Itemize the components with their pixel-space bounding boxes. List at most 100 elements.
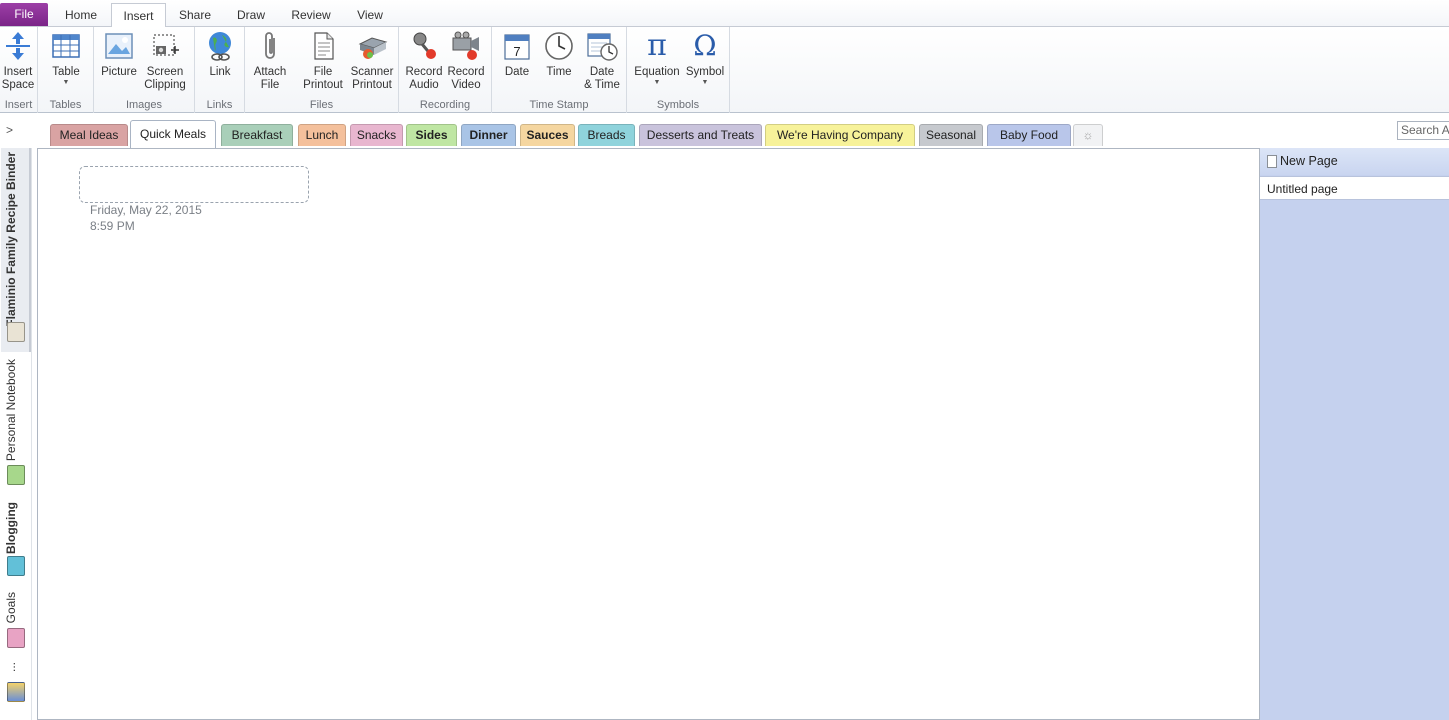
screen-clipping-label-1: Screen [146, 66, 184, 78]
more-notebooks[interactable]: ... [1, 660, 31, 710]
group-timestamp: 7 Date Time Date & Time Time Stamp [492, 27, 627, 113]
equation-dropdown-icon: ▼ [653, 79, 661, 86]
scanner-printout-label-1: Scanner [350, 66, 394, 78]
tab-view[interactable]: View [350, 3, 390, 27]
insert-space-label-1: Insert [3, 66, 33, 78]
new-section-icon[interactable]: ☼ [1073, 124, 1103, 146]
date-time-label-2: & Time [584, 79, 620, 91]
group-files-label: Files [309, 99, 334, 111]
notebook-icon [7, 465, 25, 485]
new-page-icon [1267, 155, 1277, 168]
new-page-button[interactable]: New Page [1260, 148, 1449, 175]
notebook-navigation-pane: Flaminio Family Recipe Binder Personal N… [0, 148, 32, 720]
all-notebooks-icon [7, 682, 25, 702]
section-tab-sauces[interactable]: Sauces [520, 124, 575, 146]
file-printout-button[interactable]: File Printout [300, 30, 346, 92]
notebook-label: Personal Notebook [4, 359, 18, 462]
page-list-item[interactable]: Untitled page [1260, 176, 1449, 200]
notebook-goals[interactable]: Goals [1, 588, 31, 650]
group-tables: Table ▼ Tables [38, 27, 94, 113]
video-camera-icon [452, 31, 479, 60]
link-button[interactable]: Link [202, 30, 238, 79]
ribbon-tab-bar: File Home Insert Share Draw Review View [0, 0, 1449, 28]
section-tab-baby-food[interactable]: Baby Food [987, 124, 1071, 146]
notebook-flaminio-family-recipe-binder[interactable]: Flaminio Family Recipe Binder [1, 148, 31, 352]
picture-icon [105, 33, 133, 59]
notebook-label: Flaminio Family Recipe Binder [4, 152, 18, 327]
group-images: Picture Screen Clipping Images [94, 27, 195, 113]
notebook-icon [7, 628, 25, 648]
group-symbols: π Equation ▼ Ω Symbol ▼ Symbols [627, 27, 730, 113]
page-canvas[interactable]: Friday, May 22, 2015 8:59 PM [37, 148, 1259, 720]
group-timestamp-label: Time Stamp [529, 99, 589, 111]
insert-space-label-2: Space [1, 79, 35, 91]
table-button[interactable]: Table ▼ [48, 30, 84, 87]
pi-icon: π [647, 28, 667, 63]
group-files: Attach File File Printout Scanner Printo… [245, 27, 399, 113]
group-images-label: Images [125, 99, 163, 111]
section-tab-breads[interactable]: Breads [578, 124, 635, 146]
record-video-button[interactable]: Record Video [445, 30, 487, 92]
paperclip-icon [265, 32, 275, 59]
tab-file[interactable]: File [0, 3, 48, 26]
page-title-input[interactable] [79, 166, 309, 203]
tab-draw[interactable]: Draw [230, 3, 272, 27]
group-recording-label: Recording [419, 99, 471, 111]
notebook-blogging[interactable]: Blogging [1, 498, 31, 582]
group-links: Link Links [195, 27, 245, 113]
section-tab-lunch[interactable]: Lunch [298, 124, 346, 146]
section-tab-breakfast[interactable]: Breakfast [221, 124, 293, 146]
section-tab-dinner[interactable]: Dinner [461, 124, 516, 146]
group-insert-label: Insert [4, 99, 33, 111]
section-tab-desserts-and-treats[interactable]: Desserts and Treats [639, 124, 762, 146]
section-tab-meal-ideas[interactable]: Meal Ideas [50, 124, 128, 146]
file-printout-label-2: Printout [303, 79, 343, 91]
picture-button[interactable]: Picture [100, 30, 138, 79]
time-label: Time [546, 66, 572, 78]
section-tab-seasonal[interactable]: Seasonal [919, 124, 983, 146]
symbol-dropdown-icon: ▼ [701, 79, 709, 86]
omega-icon: Ω [693, 29, 717, 62]
section-tab-sides[interactable]: Sides [406, 124, 457, 146]
equation-button[interactable]: π Equation ▼ [632, 30, 682, 87]
microphone-icon [413, 32, 436, 59]
notebook-personal-notebook[interactable]: Personal Notebook [1, 355, 31, 490]
attach-file-label-1: Attach [253, 66, 287, 78]
page-date: Friday, May 22, 2015 [90, 203, 202, 217]
record-audio-label-1: Record [405, 66, 443, 78]
section-tab-snacks[interactable]: Snacks [350, 124, 403, 146]
tab-share[interactable]: Share [172, 3, 218, 27]
scanner-icon [358, 37, 388, 59]
clock-icon [545, 32, 573, 60]
table-label: Table [52, 66, 80, 78]
section-tab-we-re-having-company[interactable]: We're Having Company [765, 124, 915, 146]
picture-label: Picture [101, 66, 137, 78]
symbol-button[interactable]: Ω Symbol ▼ [683, 30, 727, 87]
record-video-label-2: Video [451, 79, 481, 91]
expand-navigation-icon[interactable]: > [6, 123, 13, 137]
more-notebooks-label: ... [4, 662, 18, 673]
tab-review[interactable]: Review [284, 3, 338, 27]
page-time: 8:59 PM [90, 219, 135, 233]
screen-clipping-button[interactable]: Screen Clipping [142, 30, 188, 92]
search-input[interactable]: Search All [1397, 121, 1449, 140]
group-links-label: Links [206, 99, 233, 111]
tab-insert[interactable]: Insert [111, 3, 166, 28]
date-time-label-1: Date [589, 66, 615, 78]
notebook-label: Goals [4, 592, 18, 624]
notebook-icon [7, 556, 25, 576]
date-time-button[interactable]: Date & Time [581, 30, 623, 92]
record-audio-button[interactable]: Record Audio [403, 30, 445, 92]
tab-home[interactable]: Home [56, 3, 106, 27]
date-button[interactable]: 7 Date [498, 30, 536, 79]
attach-file-button[interactable]: Attach File [250, 30, 290, 92]
page-list-pane: New Page Untitled page [1259, 148, 1449, 720]
link-globe-icon [209, 32, 231, 61]
time-button[interactable]: Time [540, 30, 578, 79]
scanner-printout-button[interactable]: Scanner Printout [348, 30, 396, 92]
section-tab-quick-meals[interactable]: Quick Meals [130, 120, 216, 148]
file-printout-icon [314, 32, 334, 60]
screen-clipping-label-2: Clipping [144, 79, 186, 91]
insert-space-button[interactable]: Insert Space [1, 30, 35, 92]
group-symbols-label: Symbols [656, 99, 700, 111]
